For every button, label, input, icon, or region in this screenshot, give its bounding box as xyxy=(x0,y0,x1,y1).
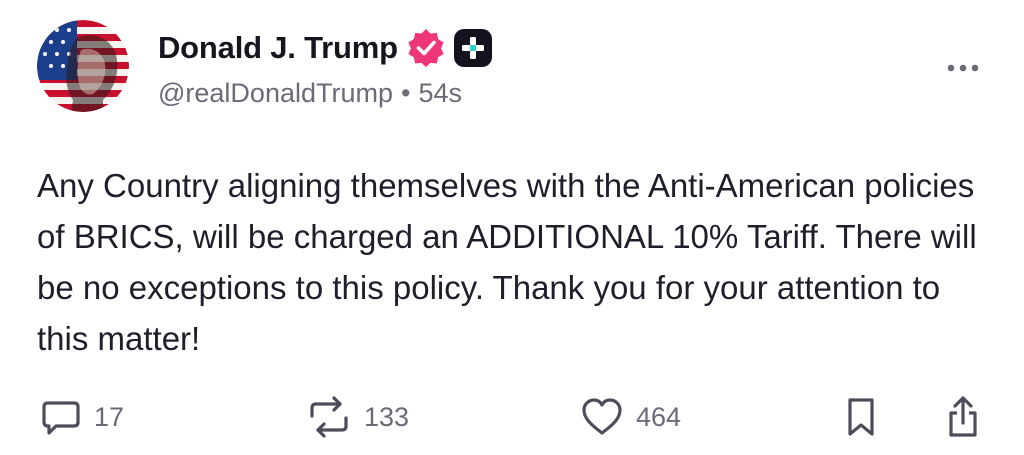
author-name-row: Donald J. Trump xyxy=(158,24,493,72)
retruth-button[interactable]: 133 xyxy=(306,393,409,441)
repost-icon xyxy=(310,396,348,438)
post-body: Any Country aligning themselves with the… xyxy=(37,167,977,357)
author-handle[interactable]: @realDonaldTrump xyxy=(158,78,393,109)
post-card: Donald J. Trump @realDonaldTrump • 54s A… xyxy=(0,0,1024,455)
avatar[interactable] xyxy=(37,20,129,112)
author-meta-row: @realDonaldTrump • 54s xyxy=(158,78,462,109)
action-bar: 17 133 464 xyxy=(0,393,1024,441)
like-button[interactable]: 464 xyxy=(580,393,681,441)
meta-separator: • xyxy=(401,78,411,108)
author-display-name[interactable]: Donald J. Trump xyxy=(158,30,398,66)
reply-button[interactable]: 17 xyxy=(40,393,124,441)
more-options-icon[interactable] xyxy=(943,56,983,80)
bookmark-icon xyxy=(848,398,874,436)
retruth-count: 133 xyxy=(364,401,410,432)
comment-icon xyxy=(42,401,80,435)
share-button[interactable] xyxy=(945,393,981,441)
share-icon xyxy=(949,396,977,437)
post-timestamp[interactable]: 54s xyxy=(418,78,462,109)
reply-count: 17 xyxy=(94,401,125,432)
plus-badge-icon xyxy=(453,29,492,67)
heart-icon xyxy=(582,398,622,435)
verified-badge-icon xyxy=(408,29,444,67)
bookmark-button[interactable] xyxy=(846,393,876,441)
avatar-image xyxy=(37,20,129,112)
like-count: 464 xyxy=(636,401,682,432)
